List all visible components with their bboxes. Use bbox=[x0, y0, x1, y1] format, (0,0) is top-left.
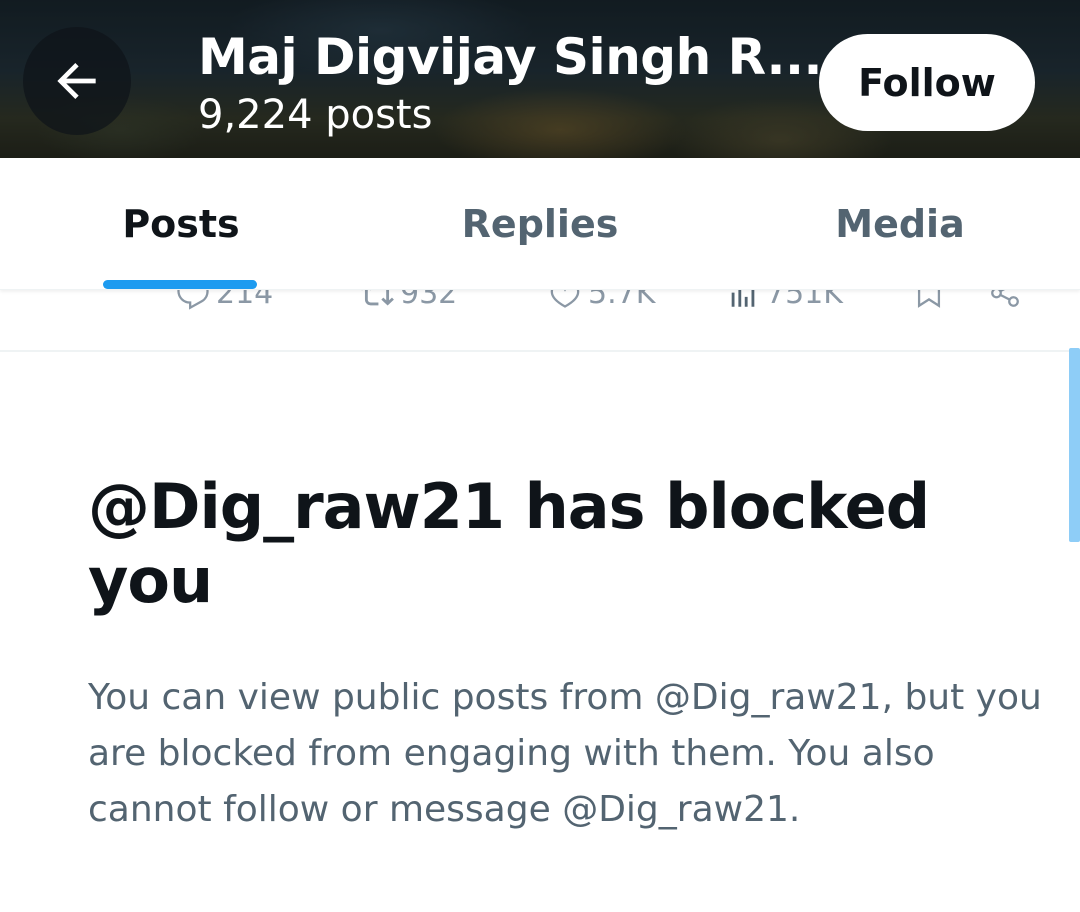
blocked-message: You can view public posts from @Dig_raw2… bbox=[88, 677, 1042, 830]
repost-icon bbox=[364, 290, 394, 306]
profile-title-block: Maj Digvijay Singh R... 9,224 posts bbox=[198, 26, 823, 140]
profile-tabs: Posts Replies Media bbox=[0, 158, 1080, 290]
repost-count: 932 bbox=[400, 290, 458, 311]
scrollbar[interactable] bbox=[1069, 348, 1080, 542]
bookmark-button[interactable] bbox=[912, 290, 946, 310]
tab-posts[interactable]: Posts bbox=[0, 158, 362, 290]
bookmark-icon bbox=[917, 290, 941, 308]
reply-button[interactable]: 214 bbox=[176, 290, 273, 311]
reply-icon bbox=[177, 290, 209, 310]
blocked-title: @Dig_raw21 has blocked you bbox=[88, 470, 930, 617]
reply-count: 214 bbox=[216, 290, 274, 311]
views-button[interactable]: 751K bbox=[726, 290, 843, 311]
views-icon bbox=[731, 290, 755, 307]
share-button[interactable] bbox=[988, 290, 1022, 310]
share-icon bbox=[991, 290, 1019, 307]
posts-count: 9,224 posts bbox=[198, 92, 433, 138]
views-count: 751K bbox=[766, 290, 843, 311]
post-action-bar: 214 932 5.7K 751K bbox=[0, 290, 1080, 352]
arrow-left-icon bbox=[57, 63, 96, 99]
repost-button[interactable]: 932 bbox=[360, 290, 457, 311]
active-tab-indicator bbox=[103, 280, 257, 289]
profile-header: Maj Digvijay Singh R... 9,224 posts Foll… bbox=[0, 0, 1080, 158]
like-count: 5.7K bbox=[588, 290, 656, 311]
like-button[interactable]: 5.7K bbox=[548, 290, 655, 311]
heart-icon bbox=[550, 290, 580, 308]
tab-replies[interactable]: Replies bbox=[360, 158, 720, 290]
tab-media[interactable]: Media bbox=[720, 158, 1080, 290]
back-button[interactable] bbox=[23, 27, 131, 135]
follow-button[interactable]: Follow bbox=[819, 34, 1035, 131]
profile-name: Maj Digvijay Singh R... bbox=[198, 28, 823, 86]
